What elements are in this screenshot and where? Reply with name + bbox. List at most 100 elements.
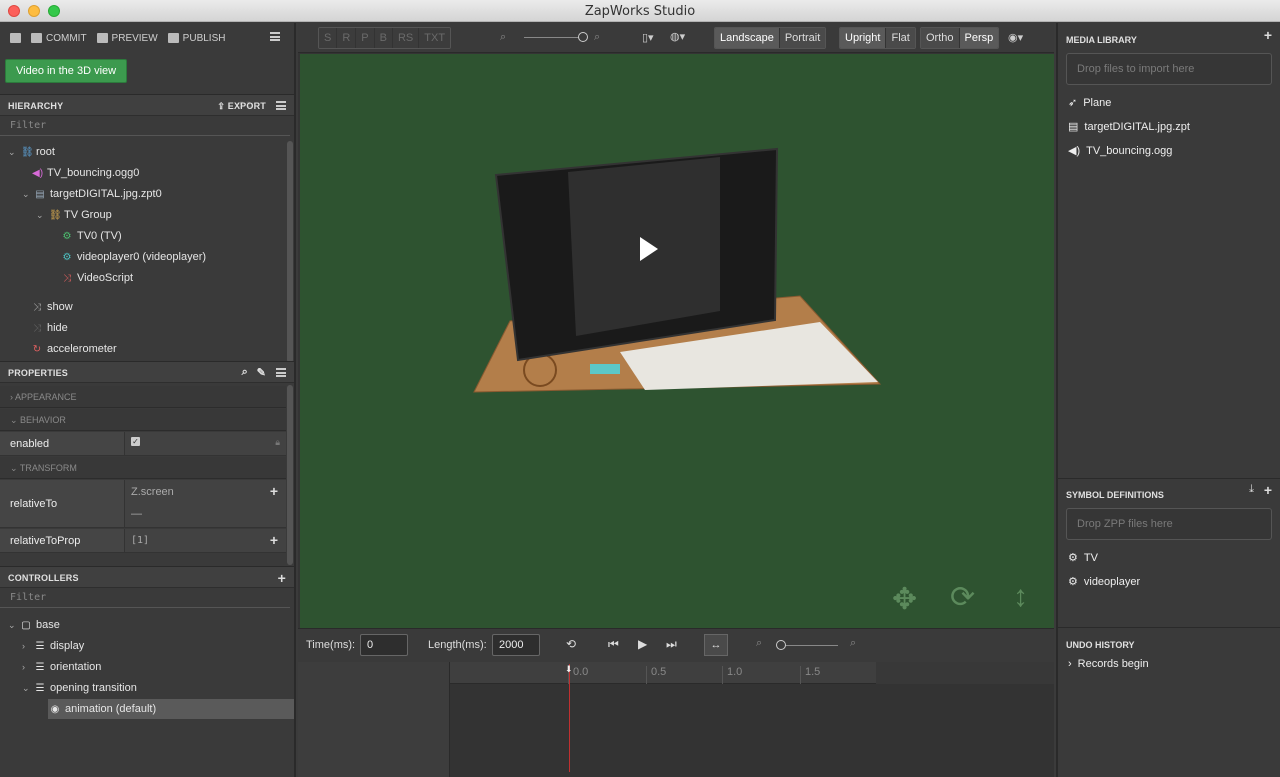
tick-label: 1.0: [722, 666, 742, 684]
timeline-zoom-handle[interactable]: [776, 640, 786, 650]
ortho-button[interactable]: Ortho: [921, 28, 960, 48]
download-icon[interactable]: ⤓: [1249, 483, 1254, 496]
enabled-checkbox[interactable]: ✓: [131, 437, 140, 446]
tree-item-accelerometer[interactable]: ↻ accelerometer: [32, 339, 117, 359]
persp-button[interactable]: Persp: [959, 28, 999, 48]
media-drop-zone[interactable]: Drop files to import here: [1066, 53, 1272, 85]
video-in-3d-view-button[interactable]: Video in the 3D view: [5, 59, 128, 83]
media-item-target[interactable]: ▤ targetDIGITAL.jpg.zpt: [1068, 120, 1190, 134]
zoom-out-icon[interactable]: ⌕: [500, 31, 506, 44]
flat-button[interactable]: Flat: [886, 28, 915, 48]
chevron-right-icon[interactable]: ›: [22, 662, 30, 672]
time-input[interactable]: 0: [360, 634, 408, 656]
chevron-down-icon[interactable]: ⌄: [8, 147, 16, 158]
device-icon[interactable]: ▯▾: [642, 31, 654, 44]
menu-icon[interactable]: [270, 32, 280, 41]
timeline-zoom-in-icon[interactable]: ⌕: [850, 637, 856, 650]
chevron-down-icon[interactable]: ⌄: [22, 189, 30, 200]
lock-icon[interactable]: 🔒︎: [275, 437, 280, 448]
length-input[interactable]: 2000: [492, 634, 540, 656]
add-symbol-icon[interactable]: +: [1264, 482, 1272, 498]
fit-width-icon[interactable]: ↔: [704, 634, 728, 656]
controller-animation-default[interactable]: ◉ animation (default): [48, 699, 294, 719]
tree-item-videoplayer0[interactable]: ⚙ videoplayer0 (videoplayer): [62, 247, 207, 267]
play-button-icon[interactable]: ▶: [638, 637, 647, 651]
zoom-slider[interactable]: [524, 37, 582, 38]
tree-item-show[interactable]: ⤨ show: [32, 297, 73, 317]
controllers-filter-input[interactable]: Filter: [0, 588, 290, 608]
portrait-button[interactable]: Portrait: [779, 28, 826, 48]
publish-button[interactable]: PUBLISH: [167, 33, 225, 44]
controller-display[interactable]: › ☰ display: [22, 636, 84, 656]
symbol-drop-zone[interactable]: Drop ZPP files here: [1066, 508, 1272, 540]
upright-button[interactable]: Upright: [840, 28, 887, 48]
controller-orientation[interactable]: › ☰ orientation: [22, 657, 101, 677]
add-controller-icon[interactable]: +: [278, 570, 286, 586]
search-icon[interactable]: ⌕: [242, 366, 248, 379]
mode-s-button[interactable]: S: [319, 28, 338, 48]
tree-item-hide[interactable]: ⤨ hide: [32, 318, 68, 338]
mode-txt-button[interactable]: TXT: [419, 28, 451, 48]
relativeto-sub-value[interactable]: —: [131, 508, 142, 520]
relativetoprop-value[interactable]: [1]: [131, 535, 149, 546]
skip-forward-icon[interactable]: ⏭: [666, 637, 677, 652]
transform-section[interactable]: ⌄ TRANSFORM: [0, 457, 286, 479]
preview-button[interactable]: PREVIEW: [96, 33, 158, 44]
move-gizmo-icon[interactable]: ✥: [892, 582, 917, 617]
edit-icon[interactable]: ✎: [257, 366, 266, 379]
script-icon: ⤨: [63, 272, 71, 284]
chevron-down-icon[interactable]: ⌄: [8, 620, 16, 631]
skip-back-icon[interactable]: ⏮: [608, 637, 619, 652]
export-button[interactable]: ⇪ EXPORT: [217, 101, 266, 112]
controller-opening-transition[interactable]: ⌄ ☰ opening transition: [22, 678, 137, 698]
symbol-item-videoplayer[interactable]: ⚙ videoplayer: [1068, 575, 1140, 589]
properties-scrollbar[interactable]: [287, 385, 293, 565]
tree-item-videoscript[interactable]: ⤨ VideoScript: [62, 268, 133, 288]
timeline-tracks[interactable]: [450, 684, 1054, 777]
tree-item-target[interactable]: ⌄ ▤ targetDIGITAL.jpg.zpt0: [22, 184, 162, 204]
symbol-item-tv[interactable]: ⚙ TV: [1068, 551, 1098, 565]
add-media-icon[interactable]: +: [1264, 27, 1272, 43]
tree-item-tv0[interactable]: ⚙ TV0 (TV): [62, 226, 122, 246]
chevron-down-icon[interactable]: ⌄: [22, 683, 30, 694]
property-enabled: enabled ✓ 🔒︎: [0, 432, 286, 456]
media-item-audio[interactable]: ◀) TV_bouncing.ogg: [1068, 144, 1172, 158]
tree-item-root[interactable]: ⌄ ⛓ root: [8, 142, 55, 162]
timeline-zoom-out-icon[interactable]: ⌕: [756, 637, 762, 650]
hierarchy-menu-icon[interactable]: [276, 101, 286, 110]
vertical-move-gizmo-icon[interactable]: ↕: [1013, 580, 1028, 614]
hierarchy-filter-input[interactable]: Filter: [0, 116, 290, 136]
relativeto-value[interactable]: Z.screen: [131, 486, 174, 498]
timeline-zoom-slider[interactable]: [778, 645, 838, 646]
add-icon[interactable]: +: [270, 483, 278, 499]
tree-item-tv-group[interactable]: ⌄ ⛓ TV Group: [36, 205, 112, 225]
behavior-section[interactable]: ⌄ BEHAVIOR: [0, 409, 286, 431]
loop-icon[interactable]: ⟲: [566, 637, 576, 651]
tree-item-tv-bouncing[interactable]: ◀) TV_bouncing.ogg0: [32, 163, 139, 183]
appearance-section[interactable]: › APPEARANCE: [0, 386, 286, 408]
zoom-in-icon[interactable]: ⌕: [594, 31, 600, 44]
chevron-right-icon[interactable]: ›: [22, 641, 30, 651]
add-icon[interactable]: +: [270, 532, 278, 548]
open-folder-button[interactable]: [10, 33, 21, 43]
undo-item-records-begin[interactable]: › Records begin: [1068, 658, 1149, 670]
playhead-line[interactable]: [569, 664, 570, 772]
chevron-down-icon[interactable]: ⌄: [36, 210, 44, 221]
rotate-gizmo-icon[interactable]: ⟳: [950, 580, 975, 615]
zoom-slider-handle[interactable]: [578, 32, 588, 42]
commit-button[interactable]: COMMIT: [31, 33, 87, 44]
globe-icon[interactable]: ◍▾: [670, 30, 685, 43]
properties-menu-icon[interactable]: [276, 368, 286, 377]
3d-viewport[interactable]: ✥ ⟳ ↕: [300, 54, 1054, 628]
playhead-handle-icon[interactable]: ⬇: [565, 664, 573, 675]
eye-icon[interactable]: ◉▾: [1008, 31, 1023, 44]
mode-r-button[interactable]: R: [337, 28, 357, 48]
hierarchy-scrollbar[interactable]: [287, 141, 293, 363]
controller-base[interactable]: ⌄ ▢ base: [8, 615, 60, 635]
media-item-plane[interactable]: ➶ Plane: [1068, 96, 1111, 110]
mode-b-button[interactable]: B: [374, 28, 393, 48]
mode-p-button[interactable]: P: [356, 28, 375, 48]
mode-rs-button[interactable]: RS: [392, 28, 420, 48]
landscape-button[interactable]: Landscape: [715, 28, 780, 48]
timeline-ruler[interactable]: 0.0 0.5 1.0 1.5: [450, 662, 1054, 684]
